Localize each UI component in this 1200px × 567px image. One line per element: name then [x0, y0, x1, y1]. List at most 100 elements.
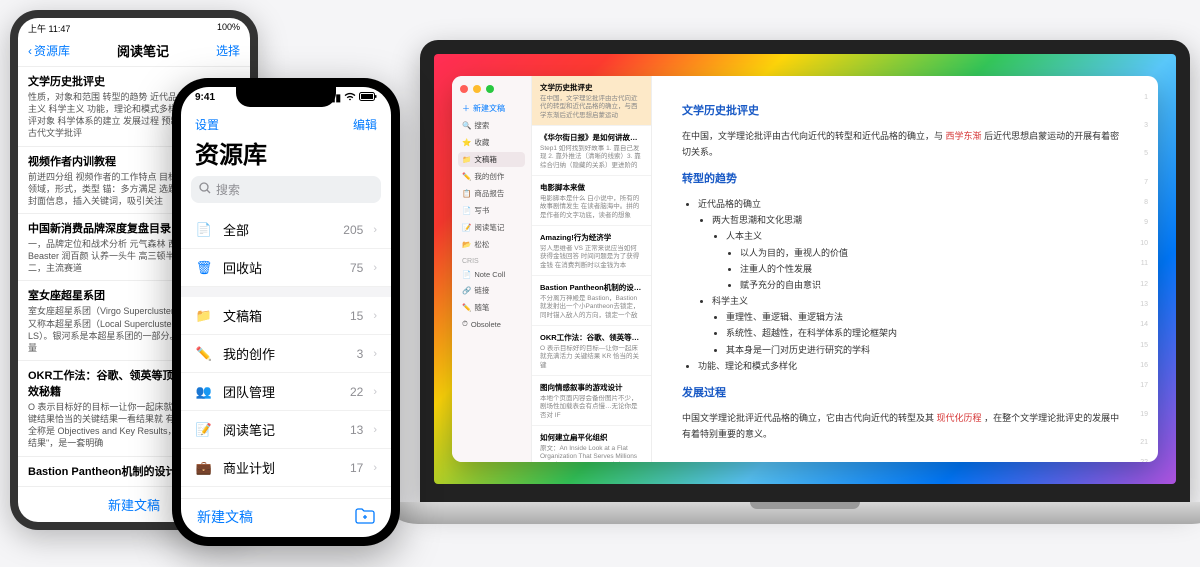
android-back-label: 资源库: [34, 42, 70, 59]
folder-icon: 📁: [462, 155, 471, 164]
sidebar-item[interactable]: 📝阅读笔记: [458, 220, 525, 235]
sidebar-label: 写书: [474, 205, 489, 216]
library-row-all[interactable]: 📄全部205›: [181, 211, 391, 249]
macbook-bezel: ＋新建文稿 🔍搜索 ⭐收藏 📁文稿箱 ✏️我的创作 📋商品报告 📄写书 📝阅读笔…: [420, 40, 1190, 502]
library-row-business[interactable]: 💼商业计划17›: [181, 449, 391, 487]
note-card[interactable]: Amazing!行为经济学穷人思维者 VS 正常来说应当如何 获得金钱回答 时间…: [532, 226, 651, 276]
highlighted-term: 西学东渐: [946, 131, 982, 141]
clipboard-icon: 📋: [462, 189, 471, 198]
sidebar-item[interactable]: ⏱Obsolete: [458, 317, 525, 331]
android-back-button[interactable]: ‹ 资源库: [28, 42, 70, 59]
settings-button[interactable]: 设置: [195, 116, 219, 133]
trash-icon: 🗑: [195, 260, 213, 276]
iphone-library-list: 📄全部205› 🗑回收站75› 📁文稿箱15› ✏️我的创作3› 👥团队管理22…: [181, 211, 391, 498]
row-label: 文稿箱: [223, 306, 340, 325]
sidebar-item-fav[interactable]: ⭐收藏: [458, 135, 525, 150]
pencil-icon: ✏️: [462, 303, 471, 312]
sidebar-item-drafts[interactable]: 📁文稿箱: [458, 152, 525, 167]
iphone-status-time: 9:41: [195, 92, 215, 104]
note-card[interactable]: 如何建立扁平化组织原文：An Inside Look at a Flat Org…: [532, 426, 651, 462]
note-preview: 在中国，文学理论批评由古代向近代的转型和近代品格的确立，与西学东渐后近代思想启蒙…: [540, 95, 643, 119]
note-title: Amazing!行为经济学: [540, 232, 643, 243]
people-icon: 👥: [195, 384, 213, 400]
library-row-team[interactable]: 👥团队管理22›: [181, 373, 391, 411]
iphone-frame: 9:41 ▮▮▮▮ 设置 编辑 资源库 搜索 📄全部205› �: [172, 78, 400, 546]
row-label: 商业计划: [223, 458, 340, 477]
new-doc-button[interactable]: ＋新建文稿: [458, 101, 525, 116]
chevron-right-icon: ›: [373, 348, 377, 360]
sidebar-label: 松松: [474, 239, 489, 250]
sidebar-item[interactable]: 📄写书: [458, 203, 525, 218]
chevron-right-icon: ›: [373, 424, 377, 436]
note-title: 如何建立扁平化组织: [540, 432, 643, 443]
row-count: 3: [357, 347, 364, 361]
wifi-icon: [344, 92, 356, 104]
pencil-icon: ✏️: [195, 346, 213, 362]
mac-notes-list[interactable]: 文学历史批评史在中国，文学理论批评由古代向近代的转型和近代品格的确立，与西学东渐…: [532, 76, 652, 462]
note-icon: 📝: [462, 223, 471, 232]
sidebar-item[interactable]: 📄Note Coll: [458, 268, 525, 281]
search-input[interactable]: 搜索: [191, 176, 381, 203]
close-icon[interactable]: [460, 85, 468, 93]
note-card[interactable]: OKR工作法：谷歌、领英等顶级公司O 表示目标好的目标—让你一起床就充满活力 关…: [532, 326, 651, 376]
sidebar-label: 随笔: [474, 302, 489, 313]
note-card[interactable]: 文学历史批评史在中国，文学理论批评由古代向近代的转型和近代品格的确立，与西学东渐…: [532, 76, 651, 126]
page-title: 资源库: [181, 133, 391, 176]
sidebar-label: Obsolete: [471, 320, 501, 329]
minimize-icon[interactable]: [473, 85, 481, 93]
macbook-base: [392, 502, 1200, 524]
note-title: 《华尔街日报》是如何讲故事的: [540, 132, 643, 143]
row-count: 15: [350, 309, 363, 323]
zoom-icon[interactable]: [486, 85, 494, 93]
android-status-time: 上午 11:47: [28, 22, 70, 35]
editor-heading-1: 文学历史批评史: [682, 102, 1128, 122]
sidebar-item[interactable]: ✏️我的创作: [458, 169, 525, 184]
row-count: 17: [350, 461, 363, 475]
window-traffic-lights[interactable]: [458, 82, 525, 99]
android-status-bar: 上午 11:47 100%: [18, 18, 250, 35]
folder-icon: 📁: [195, 308, 213, 324]
sidebar-label: 我的创作: [474, 171, 504, 182]
note-card[interactable]: 《华尔街日报》是如何讲故事的Step1 如何找到好故事 1. 靠自己发现 2. …: [532, 126, 651, 176]
row-count: 75: [350, 261, 363, 275]
note-card[interactable]: 电影脚本来做电影脚本是什么 白小说中，所有的故事剧情发生 在读者脑海中。拼的是作…: [532, 176, 651, 226]
row-label: 我的创作: [223, 344, 347, 363]
library-row-reading[interactable]: 📝阅读笔记13›: [181, 411, 391, 449]
new-folder-icon[interactable]: [355, 508, 375, 527]
new-doc-label: 新建文稿: [473, 103, 505, 114]
battery-icon: [359, 92, 377, 104]
sidebar-item[interactable]: 📋商品报告: [458, 186, 525, 201]
note-preview: O 表示目标好的目标—让你一起床就充满活力 关键结果 KR 恰当的关键: [540, 345, 643, 369]
library-row-drafts[interactable]: 📁 文稿箱 15 ›: [181, 287, 391, 335]
sidebar-section-header: Cris: [458, 254, 525, 266]
library-row-mywork[interactable]: ✏️ 我的创作 3 ›: [181, 335, 391, 373]
note-card[interactable]: 图向情感叙事的游戏设计本地个页面内容会备份图片不少，剧场性加载表会有点慢…无论你…: [532, 376, 651, 426]
note-preview: 电影脚本是什么 白小说中，所有的故事剧情发生 在读者脑海中。拼的是作者的文字功底…: [540, 195, 643, 219]
new-doc-button[interactable]: 新建文稿: [197, 507, 253, 527]
doc-icon: 📄: [462, 206, 471, 215]
chevron-right-icon: ›: [373, 310, 377, 322]
sidebar-label: 链接: [474, 285, 489, 296]
mac-editor[interactable]: 1357891011121314151617192122 文学历史批评史 在中国…: [652, 76, 1158, 462]
edit-button[interactable]: 编辑: [353, 116, 377, 133]
sidebar-label: 阅读笔记: [474, 222, 504, 233]
sidebar-item[interactable]: 📂松松: [458, 237, 525, 252]
mac-sidebar: ＋新建文稿 🔍搜索 ⭐收藏 📁文稿箱 ✏️我的创作 📋商品报告 📄写书 📝阅读笔…: [452, 76, 532, 462]
search-icon: 🔍: [462, 121, 471, 130]
highlighted-term: 现代化历程: [937, 413, 982, 423]
iphone-footer: 新建文稿: [181, 498, 391, 537]
sidebar-label: 商品报告: [474, 188, 504, 199]
link-icon: 🔗: [462, 286, 471, 295]
doc-icon: 📄: [462, 270, 471, 279]
chevron-right-icon: ›: [373, 386, 377, 398]
sidebar-item-search[interactable]: 🔍搜索: [458, 118, 525, 133]
sidebar-item[interactable]: 🔗链接: [458, 283, 525, 298]
android-select-button[interactable]: 选择: [216, 42, 240, 59]
sidebar-item[interactable]: ✏️随笔: [458, 300, 525, 315]
android-status-battery: 100%: [217, 22, 240, 35]
library-row-trash[interactable]: 🗑回收站75›: [181, 249, 391, 287]
iphone-top-bar: 设置 编辑: [181, 104, 391, 133]
note-card[interactable]: Bastion Pantheon机制的设计亮点不分离万神殿是 Bastion，B…: [532, 276, 651, 326]
library-row-video[interactable]: 🎬视频稿8›: [181, 487, 391, 498]
chevron-right-icon: ›: [373, 262, 377, 274]
